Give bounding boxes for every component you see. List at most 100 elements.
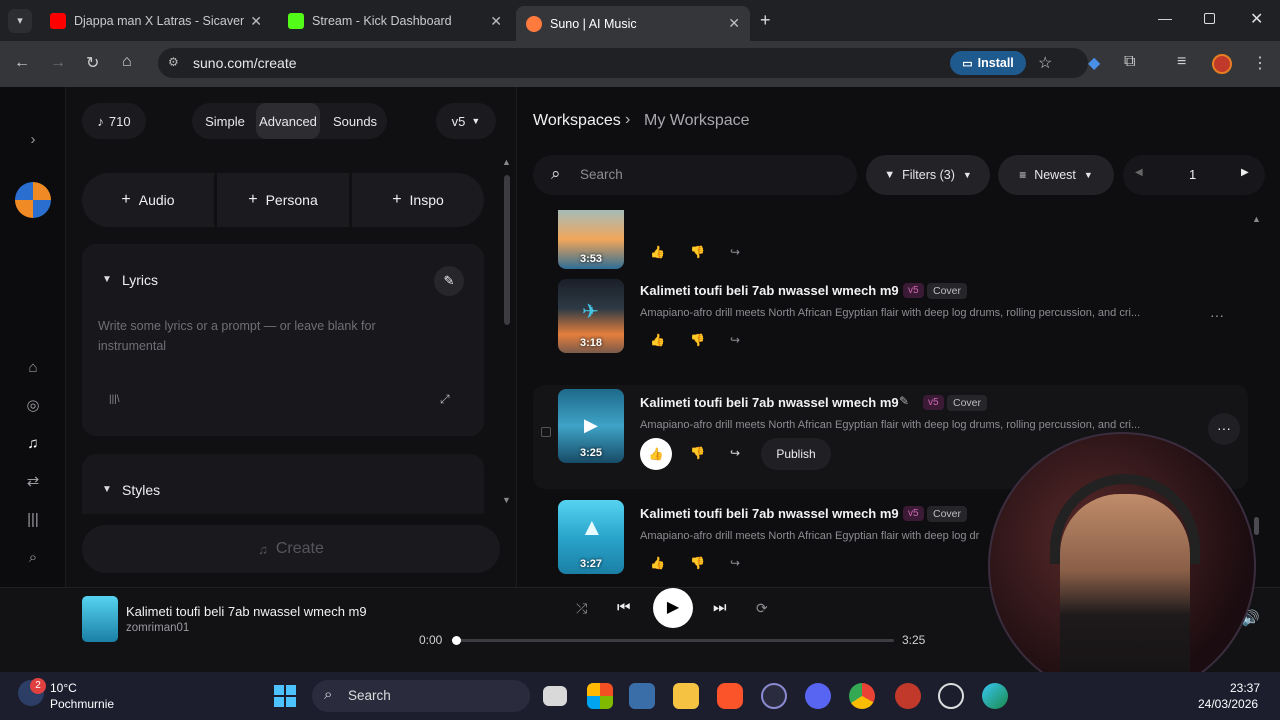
browser-tab-youtube[interactable]: Djappa man X Latras - Sicavene ✕ (40, 6, 272, 36)
forward-icon[interactable]: → (50, 54, 66, 72)
obs-icon[interactable] (761, 683, 787, 709)
taskbar-search[interactable]: ⌕ Search (312, 680, 530, 712)
media-control-icon[interactable]: ≡ (1177, 53, 1186, 71)
cover-art[interactable]: 3:53 (558, 210, 624, 269)
list-scrollbar[interactable] (1254, 517, 1259, 535)
add-persona-button[interactable]: + Persona (217, 173, 349, 227)
profile-avatar[interactable] (1212, 54, 1232, 74)
progress-knob[interactable] (452, 636, 462, 645)
file-explorer-icon[interactable] (673, 683, 699, 709)
more-options-icon[interactable]: ··· (1210, 307, 1224, 323)
library-icon[interactable]: ||| (22, 509, 44, 531)
more-options-button[interactable]: ··· (1208, 413, 1240, 445)
user-avatar[interactable] (15, 182, 51, 218)
edit-pencil-icon[interactable]: ✎ (899, 394, 909, 408)
extensions-icon[interactable]: ⧉ (1124, 53, 1135, 71)
row-checkbox[interactable] (541, 427, 551, 437)
close-tab-icon[interactable]: ✕ (250, 13, 262, 30)
prev-page-icon[interactable]: ◀ (1135, 167, 1143, 178)
create-button[interactable]: ♫ Create (82, 525, 500, 573)
minimize-icon[interactable]: — (1158, 10, 1172, 26)
song-row[interactable]: ✈ 3:18 Kalimeti toufi beli 7ab nwassel w… (533, 273, 1248, 377)
magic-wand-icon[interactable]: ✎ (434, 266, 464, 296)
mode-advanced[interactable]: Advanced (256, 103, 320, 139)
panel-scrollbar[interactable] (504, 175, 510, 325)
add-inspo-button[interactable]: + Inspo (352, 173, 484, 227)
clock-time[interactable]: 23:37 (1230, 681, 1260, 695)
like-icon[interactable]: 👍 (650, 333, 665, 347)
now-playing-artist[interactable]: zomriman01 (126, 622, 189, 634)
cover-art[interactable]: ▶ 3:25 (558, 389, 624, 463)
repeat-icon[interactable]: ⟳ (756, 600, 768, 617)
edge-icon[interactable] (982, 683, 1008, 709)
browser-menu-icon[interactable]: ⋮ (1252, 53, 1268, 73)
browser-tab-kick[interactable]: Stream - Kick Dashboard ✕ (278, 6, 512, 36)
close-tab-icon[interactable]: ✕ (490, 13, 502, 30)
studio-icon[interactable]: ⇄ (22, 471, 44, 493)
list-scroll-up-icon[interactable]: ▲ (1252, 214, 1261, 224)
publish-button[interactable]: Publish (761, 438, 831, 470)
next-page-icon[interactable]: ▶ (1241, 167, 1249, 178)
share-icon[interactable]: ↪ (730, 446, 740, 460)
browser-tab-suno[interactable]: Suno | AI Music ✕ (516, 6, 750, 41)
lyrics-input[interactable]: Write some lyrics or a prompt — or leave… (98, 316, 418, 356)
site-info-icon[interactable]: ⚙ (168, 55, 179, 69)
reload-icon[interactable]: ↻ (86, 53, 99, 73)
back-icon[interactable]: ← (14, 54, 30, 72)
home-icon[interactable]: ⌂ (22, 357, 44, 379)
play-button[interactable]: ▶ (653, 588, 693, 628)
home-icon[interactable]: ⌂ (122, 53, 132, 71)
brave-icon[interactable] (717, 683, 743, 709)
song-title[interactable]: Kalimeti toufi beli 7ab nwassel wmech m9 (640, 395, 899, 410)
install-button[interactable]: ▭ Install (950, 51, 1026, 75)
page-number[interactable]: 1 (1189, 167, 1196, 182)
credits-pill[interactable]: ♪ 710 (82, 103, 146, 139)
new-tab-button[interactable]: + (760, 10, 771, 31)
dislike-icon[interactable]: 👎 (690, 245, 705, 259)
filters-button[interactable]: ▼ Filters (3) ▼ (866, 155, 990, 195)
close-window-icon[interactable]: ✕ (1250, 9, 1263, 29)
add-audio-button[interactable]: + Audio (82, 173, 214, 227)
now-playing-title[interactable]: Kalimeti toufi beli 7ab nwassel wmech m9 (126, 604, 367, 619)
expand-sidebar-icon[interactable]: › (22, 129, 44, 151)
clock-date[interactable]: 24/03/2026 (1198, 697, 1258, 711)
share-icon[interactable]: ↪ (730, 245, 740, 259)
chevron-down-icon[interactable]: ▼ (102, 484, 112, 495)
chrome-icon[interactable] (849, 683, 875, 709)
library-icon[interactable]: |||\ (109, 394, 120, 405)
now-playing-cover[interactable] (82, 596, 118, 642)
weather-desc[interactable]: Pochmurnie (50, 697, 114, 711)
version-select[interactable]: v5 ▼ (436, 103, 496, 139)
like-button[interactable]: 👍 (640, 438, 672, 470)
cover-art[interactable]: ▲ 3:27 (558, 500, 624, 574)
store-icon[interactable] (587, 683, 613, 709)
chevron-down-icon[interactable]: ▼ (102, 274, 112, 285)
dislike-icon[interactable]: 👎 (690, 556, 705, 570)
expand-icon[interactable]: ⤢ (440, 392, 450, 407)
weather-temp[interactable]: 10°C (50, 681, 77, 695)
song-row[interactable]: 3:53 👍 👎 ↪ (533, 210, 1248, 279)
song-title[interactable]: Kalimeti toufi beli 7ab nwassel wmech m9 (640, 506, 899, 521)
shuffle-icon[interactable]: ⤮ (576, 600, 587, 617)
like-icon[interactable]: 👍 (650, 245, 665, 259)
dislike-icon[interactable]: 👎 (690, 333, 705, 347)
progress-track[interactable] (452, 636, 894, 645)
song-title[interactable]: Kalimeti toufi beli 7ab nwassel wmech m9 (640, 283, 899, 298)
extension-shield-icon[interactable]: ◆ (1088, 53, 1100, 73)
share-icon[interactable]: ↪ (730, 556, 740, 570)
scroll-up-icon[interactable]: ▲ (502, 157, 511, 167)
search-icon[interactable]: ⌕ (22, 547, 44, 569)
dislike-icon[interactable]: 👎 (690, 446, 705, 460)
cover-art[interactable]: ✈ 3:18 (558, 279, 624, 353)
start-button[interactable] (274, 685, 296, 707)
address-bar[interactable]: ⚙ suno.com/create (158, 48, 1088, 78)
lyrics-label[interactable]: Lyrics (122, 272, 158, 288)
sort-button[interactable]: ≡ Newest ▼ (998, 155, 1114, 195)
breadcrumb-current[interactable]: My Workspace (644, 112, 750, 130)
task-view-icon[interactable] (543, 686, 567, 706)
previous-track-icon[interactable]: ⏮ (617, 599, 631, 616)
breadcrumb-workspaces[interactable]: Workspaces (533, 112, 621, 130)
calculator-icon[interactable] (629, 683, 655, 709)
scroll-down-icon[interactable]: ▼ (502, 495, 511, 505)
mode-simple[interactable]: Simple (200, 103, 250, 139)
